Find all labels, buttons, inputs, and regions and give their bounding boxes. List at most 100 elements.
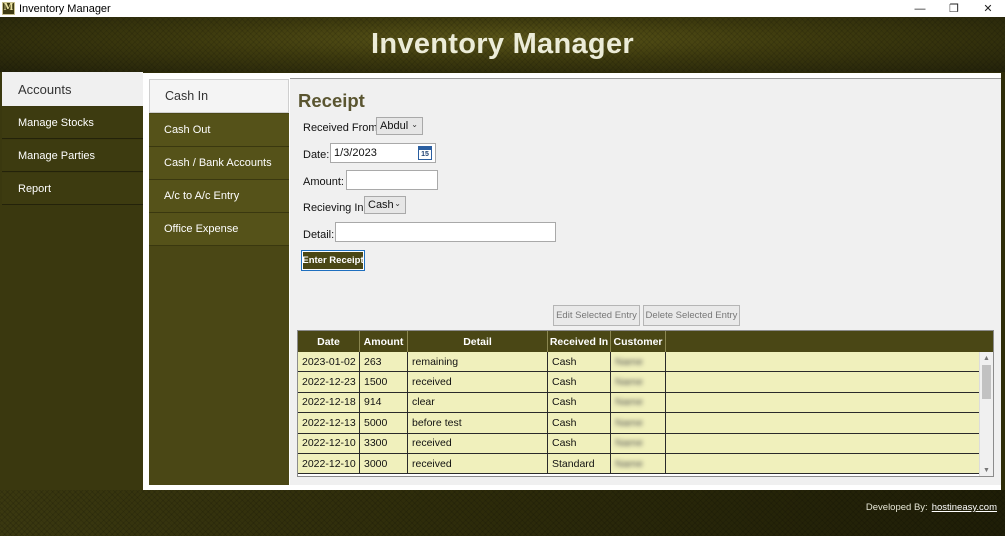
- cell-customer: Name: [611, 453, 666, 474]
- header-banner: Inventory Manager: [0, 17, 1005, 72]
- received-from-value: Abdul: [380, 120, 409, 132]
- customer-name-blurred: Name: [615, 437, 644, 450]
- received-from-label: Received From:: [303, 122, 381, 134]
- window-title: Inventory Manager: [19, 2, 111, 15]
- cell-detail: remaining: [408, 352, 548, 372]
- table-header: Date Amount Detail Received In Customer: [298, 331, 993, 352]
- scroll-up-icon[interactable]: ▲: [980, 352, 993, 364]
- date-value: 1/3/2023: [334, 147, 377, 159]
- edit-selected-entry-button[interactable]: Edit Selected Entry: [553, 305, 640, 326]
- amount-input[interactable]: [346, 170, 438, 190]
- receiving-in-select[interactable]: Cash ⌄: [364, 196, 406, 214]
- cell-detail: clear: [408, 392, 548, 413]
- table-row[interactable]: 2022-12-13 5000 before test Cash Name: [298, 413, 981, 434]
- cell-received-in: Cash: [548, 352, 611, 372]
- developer-link[interactable]: hostineasy.com: [932, 502, 997, 513]
- cell-amount: 3300: [360, 433, 408, 453]
- page-title: Inventory Manager: [371, 28, 634, 60]
- cell-received-in: Cash: [548, 392, 611, 413]
- cell-filler: [666, 413, 981, 432]
- primary-sidebar: Accounts Manage Stocks Manage Parties Re…: [0, 72, 143, 490]
- detail-input[interactable]: [335, 222, 556, 242]
- cell-date: 2022-12-10: [298, 433, 360, 453]
- cell-amount: 3000: [360, 453, 408, 474]
- column-header-filler: [666, 331, 993, 352]
- table-row[interactable]: 2022-12-23 1500 received Cash Name: [298, 372, 981, 393]
- cell-customer: Name: [611, 352, 666, 372]
- cell-customer: Name: [611, 392, 666, 413]
- cell-received-in: Standard: [548, 453, 611, 474]
- receipts-table[interactable]: Date Amount Detail Received In Customer …: [297, 330, 994, 477]
- cell-amount: 1500: [360, 372, 408, 392]
- developed-by-label: Developed By:: [865, 502, 928, 513]
- cell-customer: Name: [611, 433, 666, 453]
- scroll-down-icon[interactable]: ▼: [980, 464, 993, 476]
- window-controls: — ❐ ✕: [903, 0, 1005, 17]
- cell-filler: [666, 393, 981, 412]
- subnav-item-cash-out[interactable]: Cash Out: [149, 114, 289, 147]
- column-header-amount[interactable]: Amount: [360, 331, 408, 352]
- calendar-icon-day: 15: [421, 151, 429, 158]
- restore-button[interactable]: ❐: [937, 0, 971, 17]
- subnav-item-cash-bank-accounts[interactable]: Cash / Bank Accounts: [149, 147, 289, 180]
- sidebar-item-manage-stocks[interactable]: Manage Stocks: [2, 107, 143, 139]
- receiving-in-value: Cash: [368, 199, 394, 211]
- customer-name-blurred: Name: [615, 376, 644, 389]
- detail-label: Detail:: [303, 229, 335, 241]
- sidebar-item-accounts[interactable]: Accounts: [2, 72, 143, 106]
- sidebar-item-manage-parties[interactable]: Manage Parties: [2, 140, 143, 172]
- column-header-detail[interactable]: Detail: [408, 331, 548, 352]
- form-title: Receipt: [298, 90, 365, 111]
- secondary-sidebar: Cash In Cash Out Cash / Bank Accounts A/…: [149, 79, 289, 485]
- delete-selected-entry-button[interactable]: Delete Selected Entry: [643, 305, 740, 326]
- cell-amount: 263: [360, 352, 408, 372]
- cell-filler: [666, 352, 981, 371]
- chevron-down-icon: ⌄: [411, 120, 418, 129]
- subnav-item-cash-in[interactable]: Cash In: [149, 79, 289, 113]
- column-header-received-in[interactable]: Received In: [548, 331, 611, 352]
- cell-filler: [666, 372, 981, 391]
- table-row[interactable]: 2022-12-18 914 clear Cash Name: [298, 392, 981, 414]
- date-picker[interactable]: 1/3/2023 15: [330, 143, 436, 163]
- sidebar-item-report[interactable]: Report: [2, 173, 143, 205]
- customer-name-blurred: Name: [615, 457, 644, 470]
- cell-detail: before test: [408, 413, 548, 433]
- chevron-down-icon: ⌄: [394, 199, 401, 208]
- subnav-item-office-expense[interactable]: Office Expense: [149, 213, 289, 246]
- cell-date: 2023-01-02: [298, 352, 360, 372]
- table-scrollbar[interactable]: ▲ ▼: [979, 352, 993, 476]
- cell-amount: 914: [360, 392, 408, 413]
- enter-receipt-button[interactable]: Enter Receipt: [301, 250, 365, 271]
- cell-received-in: Cash: [548, 433, 611, 453]
- minimize-button[interactable]: —: [903, 0, 937, 17]
- calendar-icon[interactable]: 15: [418, 146, 432, 160]
- cell-date: 2022-12-10: [298, 453, 360, 474]
- close-button[interactable]: ✕: [971, 0, 1005, 17]
- app-logo-icon: M: [2, 2, 15, 15]
- footer-credit: Developed By: hostineasy.com: [866, 502, 997, 513]
- window-titlebar: M Inventory Manager — ❐ ✕: [0, 0, 1005, 17]
- cell-detail: received: [408, 372, 548, 392]
- table-row[interactable]: 2022-12-10 3300 received Cash Name: [298, 433, 981, 454]
- table-row[interactable]: 2023-01-02 263 remaining Cash Name: [298, 352, 981, 373]
- cell-customer: Name: [611, 413, 666, 433]
- customer-name-blurred: Name: [615, 416, 644, 429]
- table-row[interactable]: 2022-12-10 3000 received Standard Name: [298, 453, 981, 475]
- subnav-item-ac-to-ac-entry[interactable]: A/c to A/c Entry: [149, 180, 289, 213]
- receiving-in-label: Recieving In:: [303, 202, 367, 214]
- cell-filler: [666, 434, 981, 453]
- scroll-thumb[interactable]: [982, 365, 991, 399]
- customer-name-blurred: Name: [615, 355, 644, 368]
- cell-received-in: Cash: [548, 372, 611, 392]
- column-header-customer[interactable]: Customer: [611, 331, 666, 352]
- column-header-date[interactable]: Date: [298, 331, 360, 352]
- cell-amount: 5000: [360, 413, 408, 433]
- amount-label: Amount:: [303, 176, 344, 188]
- footer: Developed By: hostineasy.com: [0, 490, 1005, 536]
- cell-date: 2022-12-13: [298, 413, 360, 433]
- cell-date: 2022-12-23: [298, 372, 360, 392]
- cell-received-in: Cash: [548, 413, 611, 433]
- cell-customer: Name: [611, 372, 666, 392]
- received-from-select[interactable]: Abdul ⌄: [376, 117, 423, 135]
- cell-filler: [666, 454, 981, 473]
